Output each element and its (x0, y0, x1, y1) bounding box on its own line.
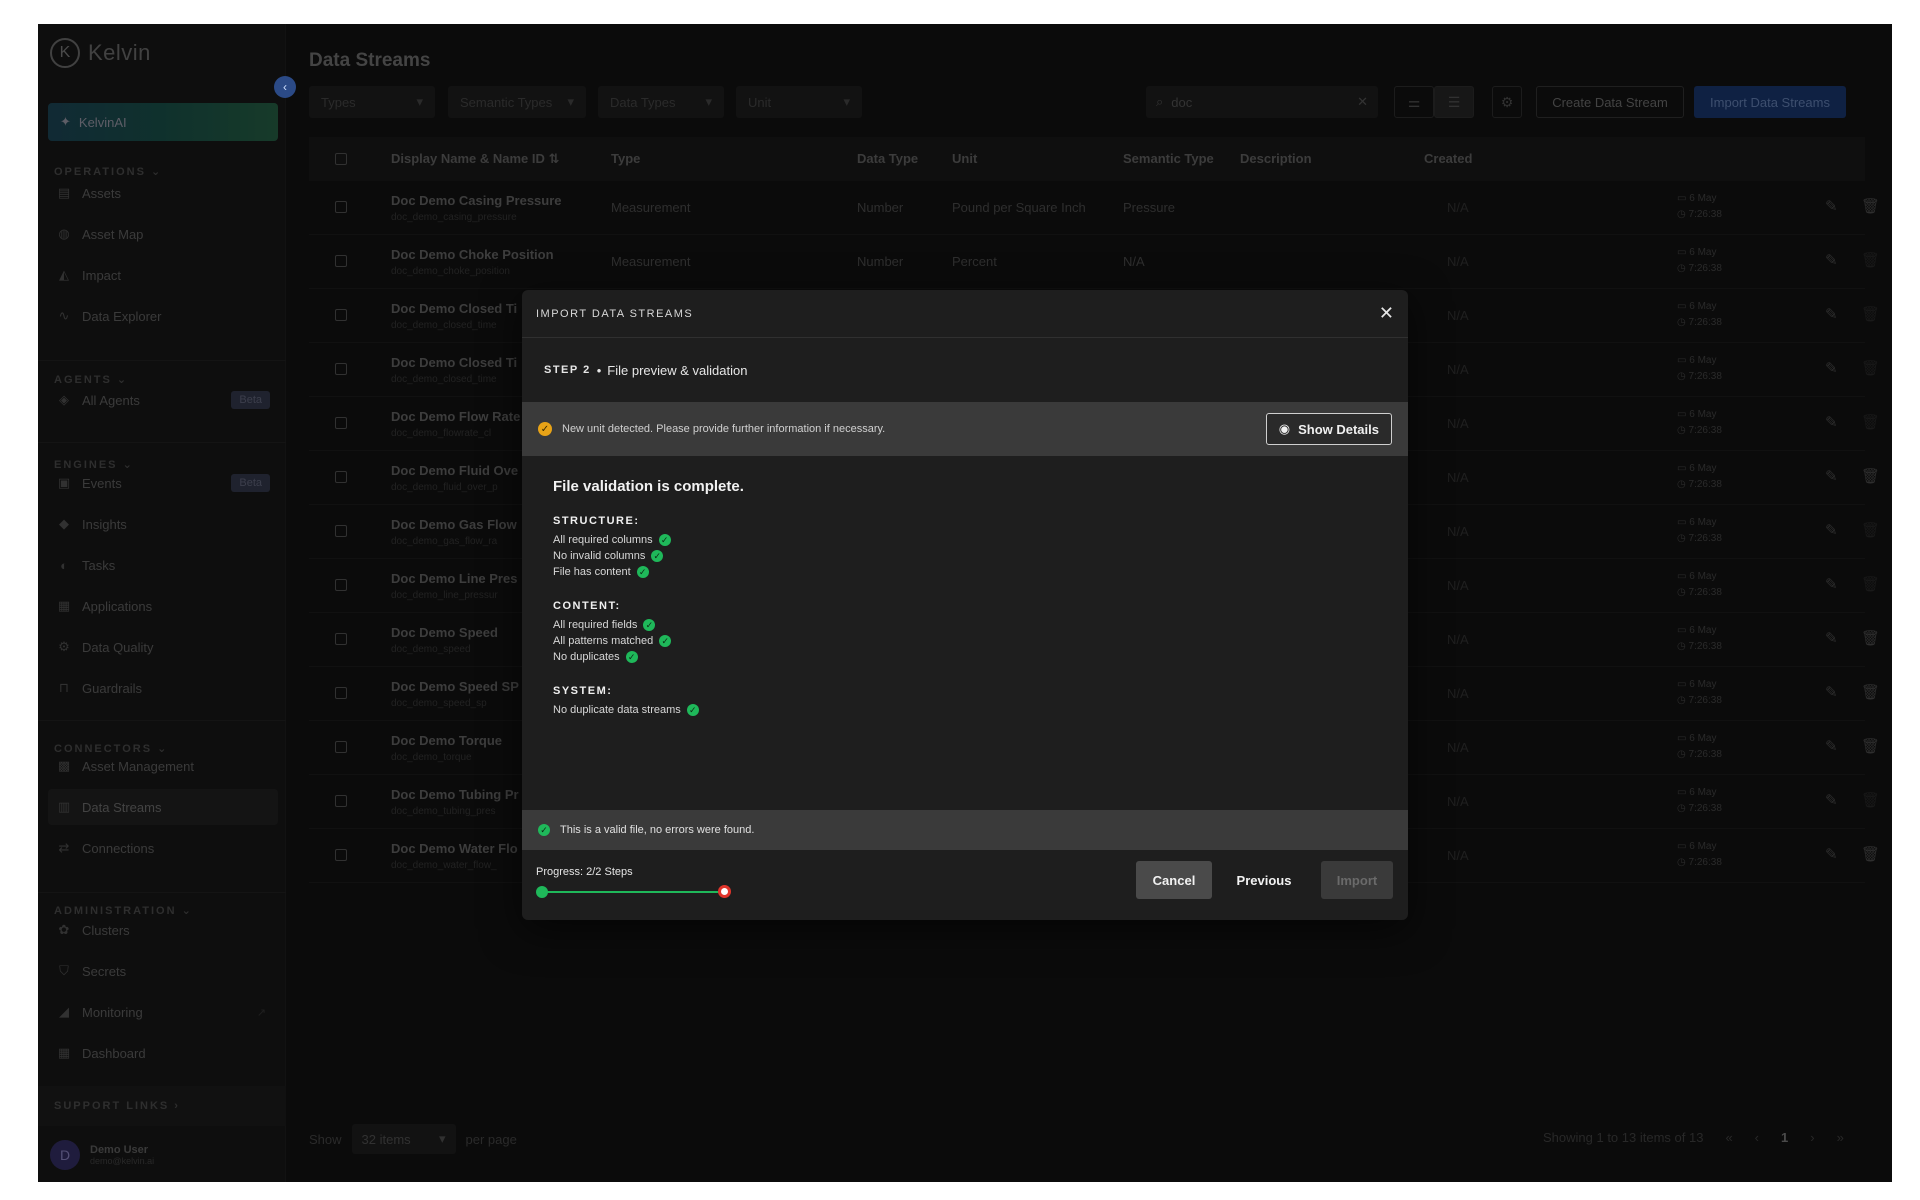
modal-header: IMPORT DATA STREAMS ✕ (522, 290, 1408, 338)
progress-step-1 (536, 886, 548, 898)
previous-button[interactable]: Previous (1222, 861, 1306, 899)
modal-footer: Progress: 2/2 Steps Cancel Previous Impo… (522, 850, 1408, 920)
content-group: CONTENT: All required fields ✓ All patter… (553, 600, 1377, 665)
show-details-button[interactable]: ◉ Show Details (1265, 413, 1392, 445)
import-modal: IMPORT DATA STREAMS ✕ STEP 2 • File prev… (522, 290, 1408, 920)
step-name: File preview & validation (607, 362, 748, 378)
progress-track (542, 891, 724, 893)
warning-icon: ✓ (538, 422, 552, 436)
modal-title: IMPORT DATA STREAMS (536, 307, 694, 320)
step-indicator: STEP 2 • File preview & validation (522, 338, 1408, 402)
check-item: No invalid columns ✓ (553, 548, 1377, 564)
check-circle-icon: ✓ (636, 566, 649, 578)
check-circle-icon: ✓ (659, 635, 672, 647)
bullet: • (596, 362, 602, 378)
app-window: K Kelvin ✦ KelvinAI OPERATIONS ⌄ ▤ Assets… (38, 24, 1892, 1182)
warning-banner: ✓ New unit detected. Please provide furt… (522, 402, 1408, 456)
warning-text: New unit detected. Please provide furthe… (562, 423, 886, 435)
check-circle-icon: ✓ (643, 619, 656, 631)
valid-banner: ✓ This is a valid file, no errors were f… (522, 810, 1408, 850)
system-group: SYSTEM: No duplicate data streams ✓ (553, 685, 1377, 718)
validation-summary: File validation is complete. STRUCTURE: … (522, 456, 1408, 810)
progress-step-2 (718, 885, 731, 898)
check-circle-icon: ✓ (651, 550, 664, 562)
progress-label: Progress: 2/2 Steps (536, 866, 633, 878)
check-circle-icon: ✓ (538, 824, 550, 836)
check-circle-icon: ✓ (658, 534, 671, 546)
structure-group: STRUCTURE: All required columns ✓ No inva… (553, 515, 1377, 580)
eye-icon: ◉ (1278, 421, 1291, 436)
step-label: STEP 2 (544, 364, 591, 376)
validation-heading: File validation is complete. (553, 478, 744, 495)
check-item: All required fields ✓ (553, 617, 1377, 633)
check-item: No duplicates ✓ (553, 649, 1377, 665)
check-circle-icon: ✓ (625, 651, 638, 663)
close-icon[interactable]: ✕ (1379, 303, 1394, 324)
check-item: All patterns matched ✓ (553, 633, 1377, 649)
valid-text: This is a valid file, no errors were fou… (560, 824, 755, 836)
collapse-sidebar-button[interactable]: ‹ (274, 76, 296, 98)
import-button[interactable]: Import (1321, 861, 1393, 899)
check-item: No duplicate data streams ✓ (553, 702, 1377, 718)
check-circle-icon: ✓ (686, 704, 699, 716)
chevron-left-icon: ‹ (283, 80, 287, 94)
check-item: All required columns ✓ (553, 532, 1377, 548)
check-item: File has content ✓ (553, 564, 1377, 580)
cancel-button[interactable]: Cancel (1136, 861, 1212, 899)
